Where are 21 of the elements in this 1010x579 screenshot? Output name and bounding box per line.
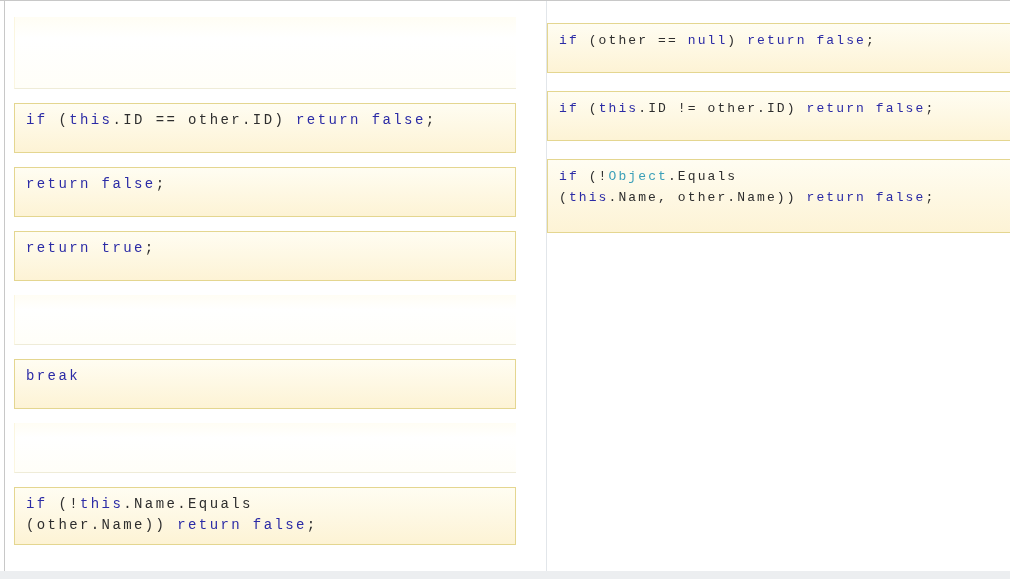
code-line: if (!this.Name.Equals [26, 495, 253, 514]
code-line: return false; [26, 175, 167, 194]
code-line: break [26, 367, 80, 386]
code-line: if (other == null) return false; [559, 32, 876, 50]
code-block[interactable]: break [14, 359, 516, 409]
drop-target[interactable] [14, 295, 516, 345]
code-block[interactable]: return false; [14, 167, 516, 217]
code-block[interactable]: if (this.ID == other.ID) return false; [14, 103, 516, 153]
code-line: (other.Name)) return false; [26, 516, 318, 535]
code-line: (this.Name, other.Name)) return false; [559, 189, 936, 207]
code-block[interactable]: if (!Object.Equals (this.Name, other.Name)) return false; [547, 159, 1010, 233]
code-line: return true; [26, 239, 156, 258]
code-block[interactable]: return true; [14, 231, 516, 281]
code-block[interactable]: if (this.ID != other.ID) return false; [547, 91, 1010, 141]
drop-target[interactable] [14, 423, 516, 473]
drop-target[interactable] [14, 17, 516, 89]
code-line: if (this.ID != other.ID) return false; [559, 100, 936, 118]
code-block[interactable]: if (other == null) return false; [547, 23, 1010, 73]
code-line: if (this.ID == other.ID) return false; [26, 111, 437, 130]
code-line: if (!Object.Equals [559, 168, 738, 186]
code-block[interactable]: if (!this.Name.Equals (other.Name)) return false; [14, 487, 516, 545]
